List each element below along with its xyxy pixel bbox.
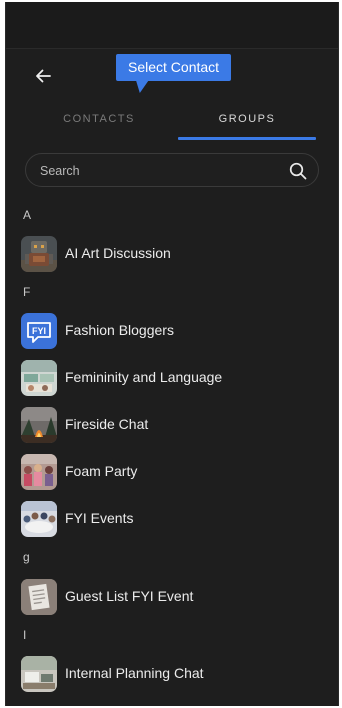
- group-row-fashion-bloggers[interactable]: FYI Fashion Bloggers: [6, 309, 338, 355]
- group-name: Guest List FYI Event: [65, 588, 194, 604]
- group-row-fyi-events[interactable]: FYI Events: [6, 497, 338, 543]
- app-screen: Select Contact CONTACTS GROUPS A: [5, 2, 339, 706]
- group-row-femininity-and-language[interactable]: Femininity and Language: [6, 356, 338, 402]
- group-name: Fashion Bloggers: [65, 322, 174, 338]
- group-name: AI Art Discussion: [65, 245, 171, 261]
- search-input[interactable]: [38, 154, 272, 188]
- back-button[interactable]: [31, 64, 55, 88]
- group-avatar-meeting: [21, 501, 57, 537]
- group-avatar-campfire: [21, 407, 57, 443]
- section-header-i: I: [23, 628, 27, 642]
- section-header-a: A: [23, 208, 32, 222]
- tab-groups[interactable]: GROUPS: [178, 106, 316, 136]
- campfire-image-icon: [21, 407, 57, 443]
- search-bar: [25, 153, 319, 188]
- group-name: Fireside Chat: [65, 416, 149, 432]
- group-name: Femininity and Language: [65, 369, 223, 385]
- group-avatar-notepad: [21, 579, 57, 615]
- group-avatar-fyi: FYI: [21, 313, 57, 349]
- tooltip-pointer: [131, 81, 149, 93]
- section-header-f: F: [23, 285, 31, 299]
- fyi-chat-icon: FYI: [21, 313, 57, 349]
- meeting-image-icon: [21, 501, 57, 537]
- robot-image-icon: [21, 236, 57, 272]
- arrow-left-icon: [36, 69, 51, 83]
- group-row-guest-list-fyi-event[interactable]: Guest List FYI Event: [6, 575, 338, 621]
- select-contact-tooltip: Select Contact: [116, 54, 232, 81]
- svg-text:FYI: FYI: [32, 326, 46, 336]
- active-tab-indicator: [178, 137, 316, 140]
- group-avatar-desk: [21, 656, 57, 692]
- party-image-icon: [21, 454, 57, 490]
- group-row-ai-art-discussion[interactable]: AI Art Discussion: [6, 232, 338, 278]
- group-avatar-robot: [21, 236, 57, 272]
- group-row-internal-planning-chat[interactable]: Internal Planning Chat: [6, 652, 338, 698]
- group-name: Foam Party: [65, 463, 138, 479]
- status-bar: [6, 2, 338, 49]
- group-row-fireside-chat[interactable]: Fireside Chat: [6, 403, 338, 449]
- tab-bar: CONTACTS GROUPS: [6, 106, 338, 140]
- group-name: Internal Planning Chat: [65, 665, 204, 681]
- group-avatar-office: [21, 360, 57, 396]
- desk-image-icon: [21, 656, 57, 692]
- office-image-icon: [21, 360, 57, 396]
- section-header-g: g: [23, 550, 30, 564]
- group-row-foam-party[interactable]: Foam Party: [6, 450, 338, 496]
- search-icon[interactable]: [288, 161, 308, 181]
- group-avatar-party: [21, 454, 57, 490]
- tab-contacts[interactable]: CONTACTS: [16, 106, 182, 136]
- notepad-image-icon: [21, 579, 57, 615]
- group-name: FYI Events: [65, 510, 134, 526]
